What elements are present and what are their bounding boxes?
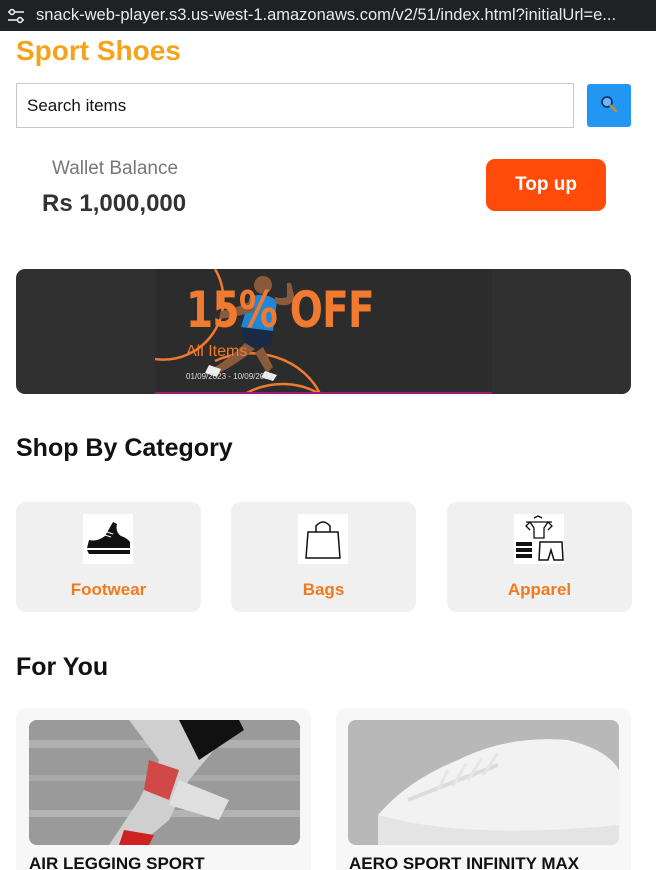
- wallet-balance-amount: Rs 1,000,000: [42, 190, 187, 217]
- product-image: [348, 720, 619, 845]
- for-you-title: For You: [16, 653, 109, 681]
- product-image: [29, 720, 300, 845]
- shop-by-category-title: Shop By Category: [16, 434, 233, 462]
- banner-subtitle: All Items: [186, 343, 248, 360]
- wallet-balance-label: Wallet Balance: [52, 158, 179, 179]
- category-label: Bags: [302, 580, 345, 599]
- app-title: Sport Shoes: [16, 35, 181, 66]
- top-up-button[interactable]: Top up: [486, 159, 606, 211]
- search-button[interactable]: [587, 84, 631, 127]
- banner-dates: 01/09/2023 - 10/09/2023: [186, 372, 274, 381]
- category-label: Footwear: [70, 580, 147, 599]
- browser-address-bar[interactable]: snack-web-player.s3.us-west-1.amazonaws.…: [0, 0, 656, 31]
- search-icon: [600, 95, 618, 116]
- product-name: AERO SPORT INFINITY MAX: [349, 854, 580, 870]
- promo-banner[interactable]: 15% OFF All Items 01/09/2023 - 10/09/202…: [16, 269, 631, 394]
- product-card[interactable]: AIR LEGGING SPORT: [16, 708, 311, 870]
- category-bags[interactable]: Bags: [231, 502, 416, 612]
- apparel-icon: [514, 514, 564, 564]
- url-text[interactable]: snack-web-player.s3.us-west-1.amazonaws.…: [36, 6, 648, 25]
- category-label: Apparel: [507, 580, 572, 599]
- category-footwear[interactable]: Footwear: [16, 502, 201, 612]
- bag-icon: [298, 514, 348, 564]
- banner-headline: 15% OFF: [186, 281, 375, 339]
- product-name: AIR LEGGING SPORT: [29, 854, 205, 870]
- search-input[interactable]: [16, 83, 574, 128]
- product-card[interactable]: AERO SPORT INFINITY MAX: [336, 708, 631, 870]
- shoe-icon: [83, 514, 133, 564]
- site-settings-icon[interactable]: [4, 6, 28, 26]
- banner-underline: [155, 392, 492, 394]
- category-apparel[interactable]: Apparel: [447, 502, 632, 612]
